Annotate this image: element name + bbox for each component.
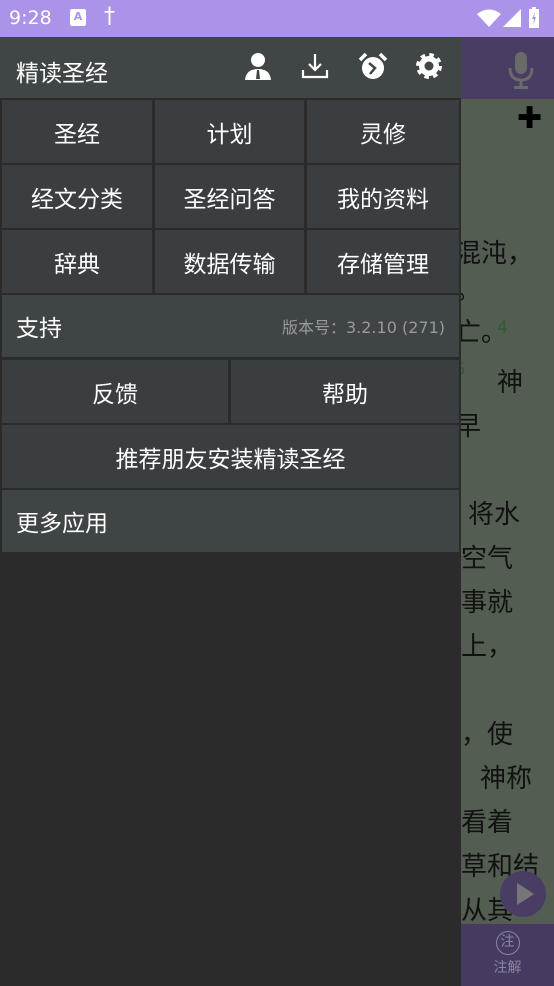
drawer-header: 精读圣经 [0,37,461,98]
settings-icon[interactable] [414,51,444,81]
menu-storage[interactable]: 存储管理 [307,230,459,293]
notes-icon: 注 [495,931,520,955]
menu-dictionary[interactable]: 辞典 [2,230,152,293]
support-label: 支持 [16,316,62,342]
menu-devotion[interactable]: 灵修 [307,100,459,163]
version-label: 版本号：3.2.10 (271) [281,318,445,337]
text-line: 神称 [480,764,533,794]
notification-a-icon: A [70,9,86,26]
clock: 9:28 [9,7,52,29]
text-line: 看着 [461,808,514,838]
menu-plan[interactable]: 计划 [155,100,304,163]
navigation-drawer: 精读圣经 圣经 计划 灵修 经文分类 圣经问答 我的资料 辞典 数据传输 存储管… [0,37,461,986]
text-line: 将水 [468,500,521,530]
text-line: 事就 [461,588,514,618]
add-icon[interactable]: ✚ [517,104,542,134]
menu-verse-categories[interactable]: 经文分类 [2,165,152,228]
more-apps-label: 更多应用 [16,511,108,537]
play-button[interactable] [500,871,546,917]
menu-bible-quiz[interactable]: 圣经问答 [155,165,304,228]
user-icon[interactable] [243,51,273,81]
app-title: 精读圣经 [16,61,108,87]
support-section: 支持 版本号：3.2.10 (271) [2,295,459,357]
menu-my-data[interactable]: 我的资料 [307,165,459,228]
wifi-icon [477,9,501,27]
help-button[interactable]: 帮助 [231,360,459,423]
verse-number: 4 [497,318,508,338]
notification-cross-icon: † [104,4,115,29]
text-line: 神 [497,368,524,398]
more-apps[interactable]: 更多应用 [2,490,459,552]
text-line: 混沌， [455,239,534,269]
battery-icon [529,7,539,28]
text-line: 上， [461,632,514,662]
download-icon[interactable] [300,51,330,81]
menu-data-transfer[interactable]: 数据传输 [155,230,304,293]
menu-bible[interactable]: 圣经 [2,100,152,163]
alarm-icon[interactable] [358,51,388,81]
microphone-icon[interactable] [506,50,536,90]
text-line: ，使 [461,720,514,750]
feedback-button[interactable]: 反馈 [2,360,228,423]
text-line: 空气 [461,544,514,574]
status-bar: 9:28 A † [0,0,554,37]
notes-tab[interactable]: 注 注解 [461,924,554,986]
notes-label: 注解 [493,960,522,976]
recommend-button[interactable]: 推荐朋友安装精读圣经 [2,425,459,488]
signal-icon [503,9,521,27]
